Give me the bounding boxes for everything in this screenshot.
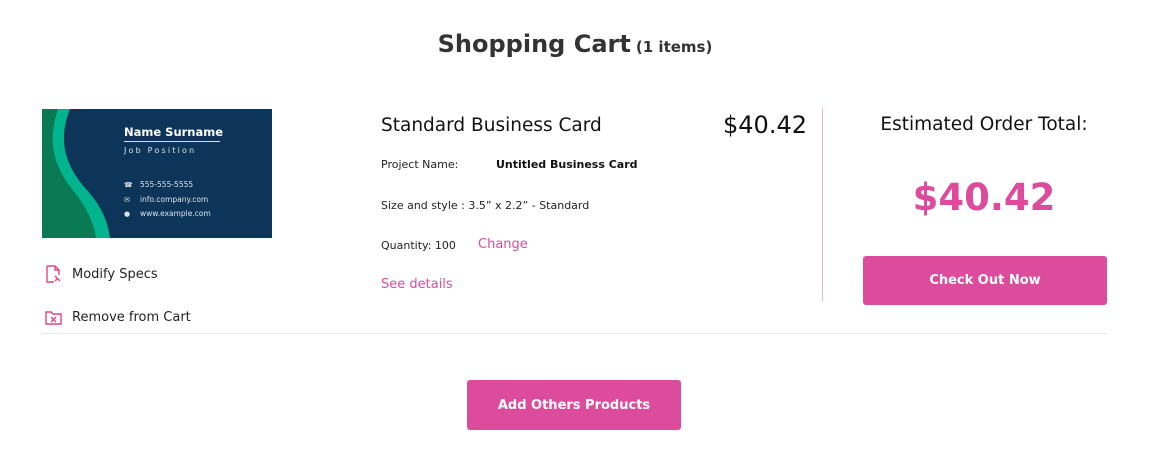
remove-folder-icon	[45, 311, 62, 325]
quantity-text: Quantity: 100	[381, 239, 456, 252]
card-name-underline	[124, 141, 220, 142]
see-details-link[interactable]: See details	[381, 277, 453, 292]
globe-icon: ●	[124, 209, 131, 218]
modify-specs-button[interactable]: Modify Specs	[45, 265, 158, 283]
card-name-text: Name Surname	[124, 125, 224, 139]
estimated-total-value: $40.42	[912, 176, 1056, 219]
modify-specs-label: Modify Specs	[72, 266, 158, 282]
mail-icon: ✉	[124, 195, 130, 204]
project-name-value: Untitled Business Card	[496, 158, 638, 171]
add-other-products-button[interactable]: Add Others Products	[467, 380, 681, 430]
card-email-row: ✉ info.company.com	[124, 195, 208, 204]
checkout-button-label: Check Out Now	[929, 273, 1041, 288]
card-phone-row: ☎ 555-555-5555	[124, 180, 193, 189]
product-price: $40.42	[723, 111, 807, 139]
card-job-text: Job Position	[124, 146, 197, 155]
vertical-divider	[822, 108, 823, 301]
change-quantity-link[interactable]: Change	[478, 237, 528, 252]
card-web-row: ● www.example.com	[124, 209, 211, 218]
project-name-label: Project Name:	[381, 158, 459, 171]
business-card-preview[interactable]: Name Surname Job Position ☎ 555-555-5555…	[42, 109, 272, 238]
product-title: Standard Business Card	[381, 115, 602, 136]
item-count: (1 items)	[635, 38, 713, 56]
page-title: Shopping Cart (1 items)	[0, 30, 1150, 58]
card-web-text: www.example.com	[140, 209, 211, 218]
page-title-text: Shopping Cart	[437, 30, 631, 58]
horizontal-divider	[42, 333, 1107, 334]
modify-file-icon	[46, 265, 61, 283]
add-other-products-label: Add Others Products	[497, 397, 651, 413]
estimated-total-label: Estimated Order Total:	[880, 114, 1088, 135]
checkout-button[interactable]: Check Out Now	[863, 256, 1107, 305]
remove-from-cart-button[interactable]: Remove from Cart	[45, 309, 191, 325]
card-phone-text: 555-555-5555	[140, 180, 194, 189]
phone-icon: ☎	[124, 180, 133, 189]
remove-from-cart-label: Remove from Cart	[72, 309, 191, 325]
card-email-text: info.company.com	[140, 195, 209, 204]
size-style-text: Size and style : 3.5” x 2.2” - Standard	[381, 199, 590, 212]
